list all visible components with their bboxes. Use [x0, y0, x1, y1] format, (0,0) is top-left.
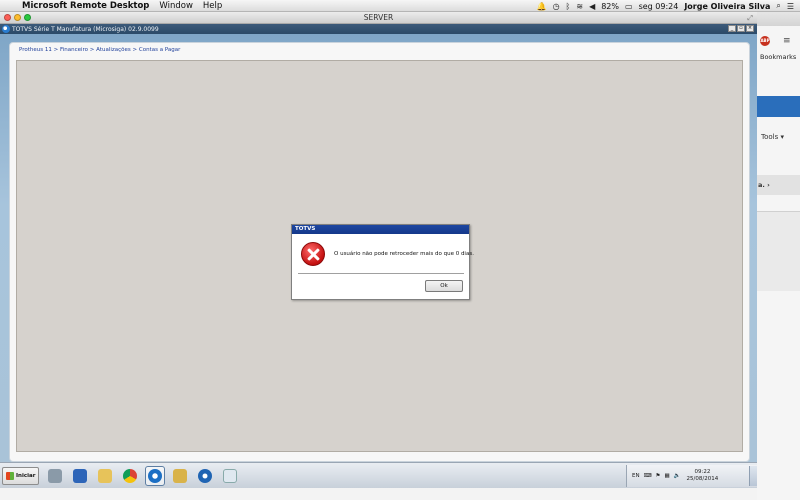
time-machine-icon[interactable]: ◷ — [553, 2, 560, 11]
error-x-icon — [301, 242, 325, 266]
app-window-controls: _ ▫ × — [728, 25, 754, 32]
battery-percent[interactable]: 82% — [601, 2, 619, 11]
ok-button[interactable]: Ok — [425, 280, 463, 292]
spotlight-search-icon[interactable]: ⌕ — [776, 1, 780, 11]
close-icon[interactable]: × — [746, 25, 754, 32]
battery-icon[interactable]: ▭ — [625, 2, 633, 11]
minimize-icon[interactable]: _ — [728, 25, 736, 32]
app-window-title: TOTVS Série T Manufatura (Microsiga) 02.… — [12, 25, 159, 33]
show-desktop-button[interactable] — [749, 466, 757, 486]
windows-logo-icon — [6, 472, 14, 480]
app-menu[interactable]: Microsoft Remote Desktop — [22, 1, 149, 11]
volume-icon[interactable]: ◀ — [589, 2, 595, 11]
menubar-clock[interactable]: seg 09:24 — [639, 2, 679, 11]
wifi-icon[interactable]: ≋ — [576, 2, 583, 11]
file-explorer-icon[interactable] — [95, 466, 115, 486]
start-button[interactable]: Iniciar — [2, 467, 40, 485]
tray-clock[interactable]: 09:22 25/08/2014 — [687, 469, 719, 483]
powershell-icon[interactable] — [70, 466, 90, 486]
browser-tab-bar — [757, 12, 800, 26]
browser-menu-icon[interactable]: ≡ — [783, 36, 791, 46]
flag-icon[interactable]: ⚑ — [656, 473, 661, 479]
site-header-bar — [757, 96, 800, 117]
notification-bell-icon[interactable]: 🔔 — [537, 2, 547, 11]
error-dialog: TOTVS O usuário não pode retroceder mais… — [291, 224, 474, 300]
window-menu[interactable]: Window — [159, 1, 193, 11]
server-manager-icon[interactable] — [45, 466, 65, 486]
chrome-icon[interactable] — [120, 466, 140, 486]
menubar-status-area: 🔔 ◷ ᛒ ≋ ◀ 82% ▭ seg 09:24 Jorge Oliveira… — [537, 0, 794, 12]
start-label: Iniciar — [16, 473, 36, 479]
windows-taskbar: Iniciar EN ⌨ ⚑ ▦ 🔈 09:22 25/08/2014 — [0, 462, 757, 488]
totvs-smartclient-icon[interactable] — [145, 466, 165, 486]
restore-icon[interactable]: ▫ — [737, 25, 745, 32]
dialog-separator — [298, 273, 464, 274]
tools-menu[interactable]: Tools ▾ — [761, 133, 784, 141]
app-titlebar: TOTVS Série T Manufatura (Microsiga) 02.… — [0, 24, 757, 34]
adblock-icon[interactable]: ABP — [760, 36, 770, 46]
language-indicator[interactable]: EN — [632, 473, 640, 479]
taskbar-pinned-apps — [45, 466, 240, 486]
bluetooth-icon[interactable]: ᛒ — [566, 2, 571, 11]
keyboard-icon[interactable]: ⌨ — [644, 473, 652, 479]
tray-time: 09:22 — [694, 469, 711, 475]
side-panel — [757, 211, 800, 291]
partial-breadcrumb[interactable]: a. › — [757, 175, 800, 195]
help-menu[interactable]: Help — [203, 1, 222, 11]
bookmarks-label[interactable]: Bookmarks — [760, 53, 796, 61]
network-icon[interactable]: ▦ — [664, 473, 669, 479]
dialog-message: O usuário não pode retroceder mais do qu… — [334, 251, 474, 257]
notepad-icon[interactable] — [220, 466, 240, 486]
fullscreen-icon[interactable]: ⤢ — [747, 14, 753, 23]
system-tray: EN ⌨ ⚑ ▦ 🔈 09:22 25/08/2014 — [626, 465, 757, 487]
dialog-title: TOTVS — [292, 225, 469, 234]
totvs-icon[interactable] — [195, 466, 215, 486]
rdp-window-titlebar: SERVER ⤢ — [0, 12, 757, 24]
browser-window-edge: ABP ≡ Bookmarks Tools ▾ a. › — [757, 12, 800, 500]
network-tool-icon[interactable] — [170, 466, 190, 486]
totvs-app-icon — [2, 25, 10, 33]
speaker-icon[interactable]: 🔈 — [674, 473, 681, 479]
user-name[interactable]: Jorge Oliveira Silva — [684, 2, 770, 11]
notification-center-icon[interactable]: ☰ — [787, 2, 794, 11]
mac-menubar: Microsoft Remote Desktop Window Help 🔔 ◷… — [0, 0, 800, 12]
tray-date: 25/08/2014 — [686, 476, 719, 482]
rdp-window-title: SERVER — [363, 13, 394, 22]
breadcrumb[interactable]: Protheus 11 > Financeiro > Atualizações … — [19, 47, 180, 53]
